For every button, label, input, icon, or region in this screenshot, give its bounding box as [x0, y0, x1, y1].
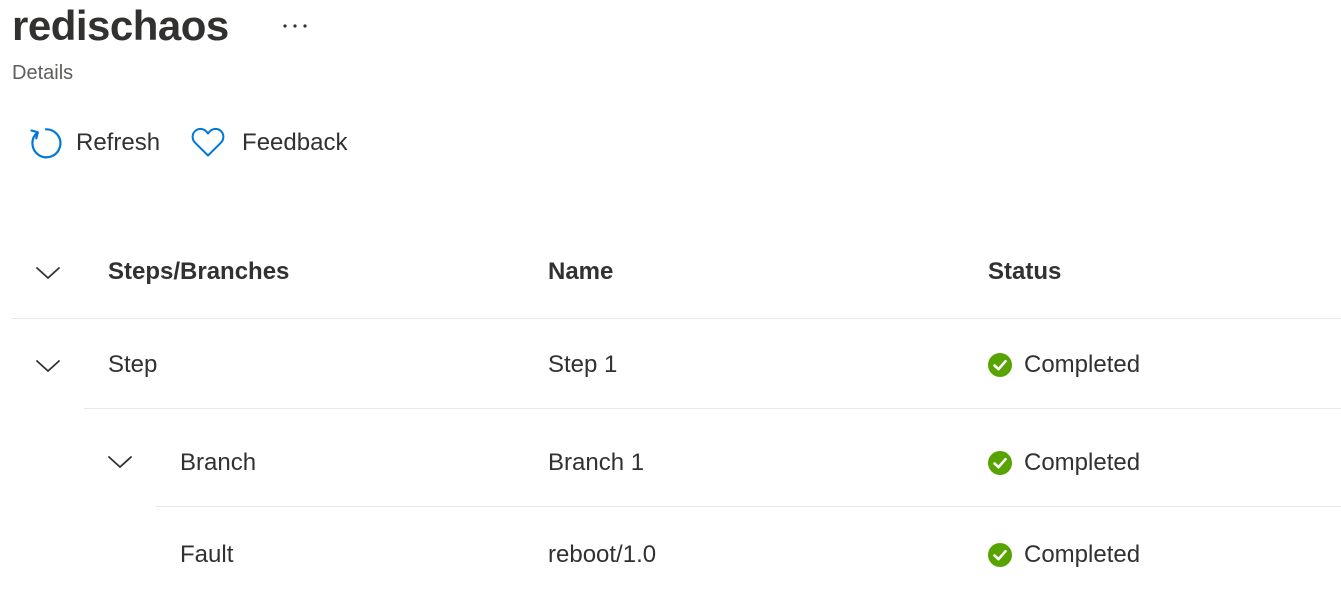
success-check-icon	[988, 543, 1012, 567]
branch-expand-chevron[interactable]	[105, 447, 135, 477]
toolbar: Refresh Feedback	[26, 122, 347, 164]
chevron-down-icon	[36, 360, 60, 372]
heart-icon	[190, 125, 226, 161]
chevron-down-icon	[36, 267, 60, 279]
row-name: Branch 1	[548, 449, 645, 476]
status-badge: Completed	[988, 351, 1140, 379]
feedback-button[interactable]: Feedback	[190, 122, 347, 164]
feedback-label: Feedback	[242, 129, 348, 156]
steps-grid: Steps/Branches Name Status Step Step 1 C…	[12, 228, 1341, 594]
row-type: Step	[108, 351, 158, 378]
table-row[interactable]: Step Step 1 Completed	[12, 319, 1341, 409]
refresh-icon	[26, 125, 62, 161]
column-header-status[interactable]: Status	[988, 258, 1061, 286]
grid-header-row: Steps/Branches Name Status	[12, 228, 1341, 319]
ellipsis-icon	[283, 24, 307, 28]
column-header-steps-branches[interactable]: Steps/Branches	[108, 258, 289, 286]
page: redischaos Details Refresh Feedback Step…	[0, 0, 1341, 594]
refresh-label: Refresh	[76, 129, 161, 156]
success-check-icon	[988, 353, 1012, 377]
status-badge: Completed	[988, 449, 1140, 477]
chevron-down-icon	[108, 456, 132, 468]
page-title: redischaos	[12, 2, 229, 49]
refresh-button[interactable]: Refresh	[26, 122, 160, 164]
success-check-icon	[988, 451, 1012, 475]
more-options-button[interactable]	[281, 12, 309, 40]
row-type: Fault	[180, 541, 234, 568]
step-expand-chevron[interactable]	[33, 351, 63, 381]
title-row: redischaos	[12, 0, 309, 52]
collapse-all-chevron[interactable]	[33, 258, 63, 288]
table-row[interactable]: Fault reboot/1.0 Completed	[12, 507, 1341, 594]
status-badge: Completed	[988, 541, 1140, 569]
status-label: Completed	[1024, 541, 1141, 568]
row-type: Branch	[180, 449, 257, 476]
table-row[interactable]: Branch Branch 1 Completed	[12, 409, 1341, 507]
status-label: Completed	[1024, 351, 1141, 378]
page-subtitle: Details	[12, 62, 74, 84]
status-label: Completed	[1024, 449, 1141, 476]
column-header-name[interactable]: Name	[548, 258, 613, 286]
row-name: reboot/1.0	[548, 541, 657, 568]
row-name: Step 1	[548, 351, 618, 378]
